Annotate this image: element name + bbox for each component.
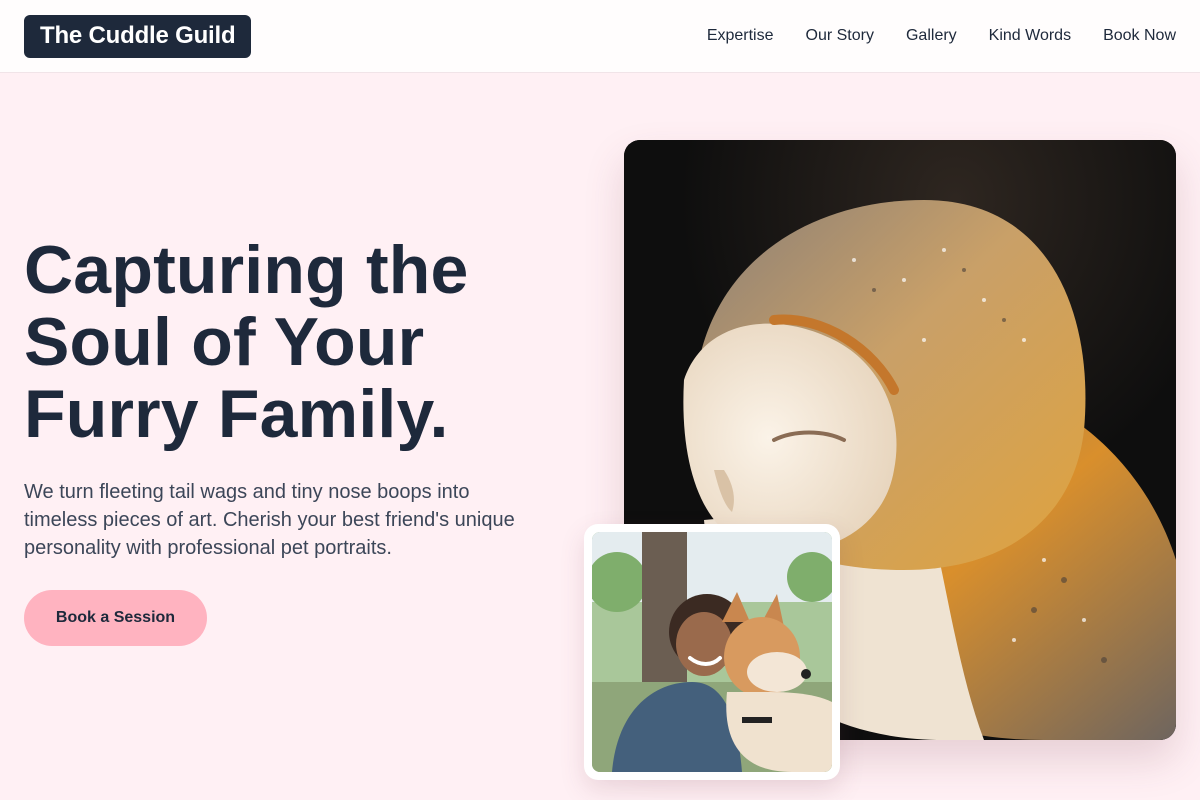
hero-title: Capturing the Soul of Your Furry Family. xyxy=(24,234,544,450)
hero-section: Capturing the Soul of Your Furry Family.… xyxy=(24,234,544,562)
hero-title-line-2: Soul of Your xyxy=(24,304,425,380)
nav-link-our-story[interactable]: Our Story xyxy=(806,27,874,45)
nav-link-kind-words[interactable]: Kind Words xyxy=(989,27,1071,45)
nav-link-gallery[interactable]: Gallery xyxy=(906,27,957,45)
site-header: The Cuddle Guild Expertise Our Story Gal… xyxy=(0,0,1200,73)
hero-subtitle: We turn fleeting tail wags and tiny nose… xyxy=(24,481,515,559)
nav-link-book-now[interactable]: Book Now xyxy=(1103,27,1176,45)
book-session-button[interactable]: Book a Session xyxy=(24,590,207,646)
owner-dog-photo-card xyxy=(584,524,840,780)
nav-link-expertise[interactable]: Expertise xyxy=(707,27,774,45)
owner-dog-illustration xyxy=(592,532,832,772)
hero-title-line-1: Capturing the xyxy=(24,232,469,308)
main-nav: Expertise Our Story Gallery Kind Words B… xyxy=(707,27,1176,45)
brand-logo[interactable]: The Cuddle Guild xyxy=(24,14,252,58)
hero-title-line-3: Furry Family. xyxy=(24,376,449,452)
owner-dog-photo xyxy=(592,532,832,772)
